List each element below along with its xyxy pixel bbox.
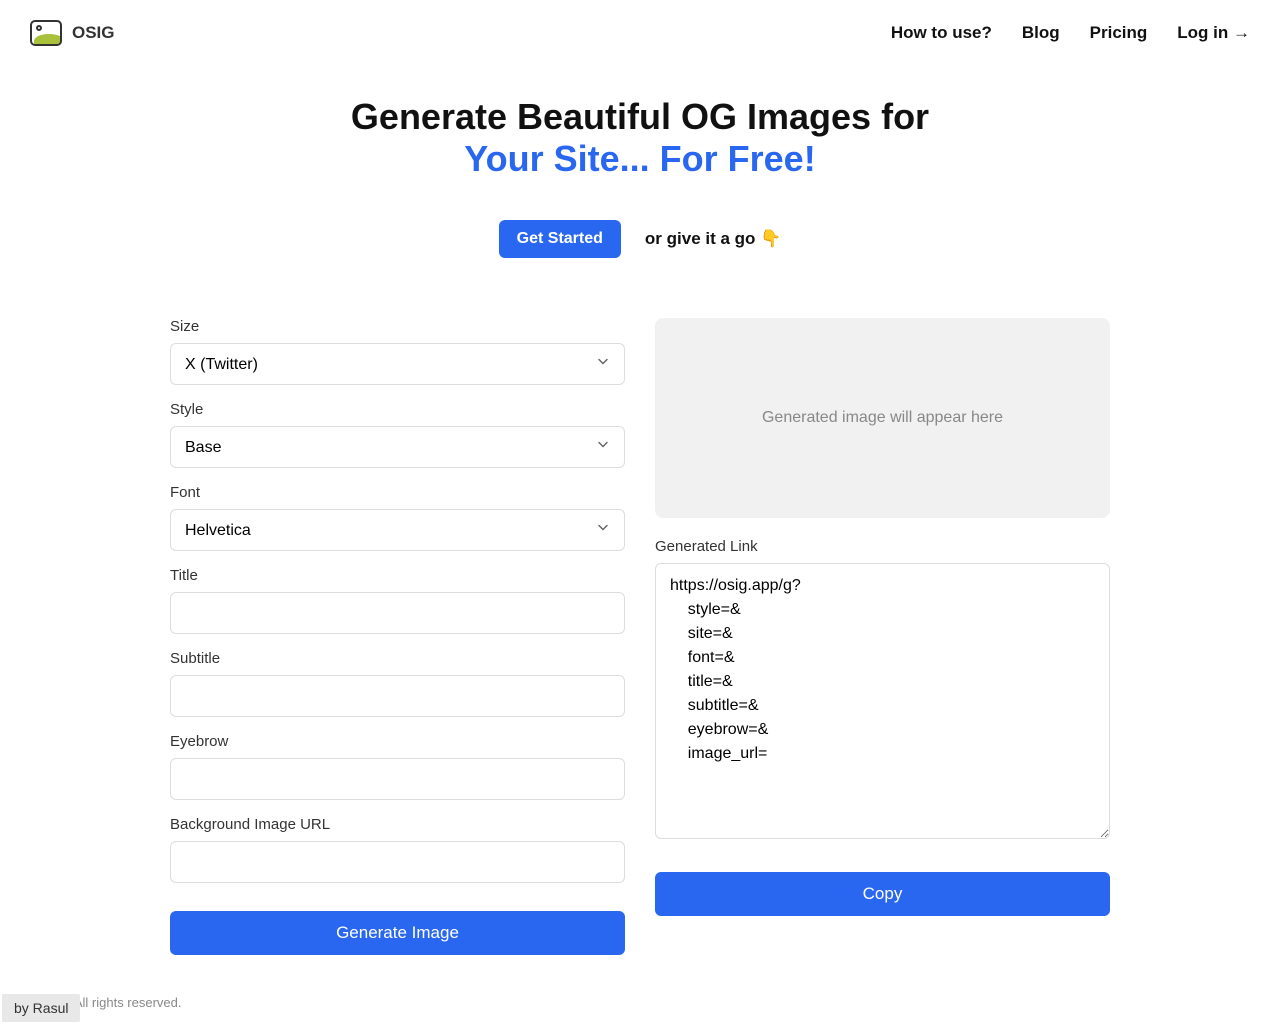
page-title: Generate Beautiful OG Images for Your Si… xyxy=(0,96,1280,180)
subtitle-field: Subtitle xyxy=(170,650,625,717)
generated-link-textarea[interactable]: https://osig.app/g? style=& site=& font=… xyxy=(655,563,1110,839)
title-line1: Generate Beautiful OG Images for xyxy=(351,96,929,137)
subtitle-input[interactable] xyxy=(170,675,625,717)
style-select[interactable]: Base xyxy=(170,426,625,468)
eyebrow-input[interactable] xyxy=(170,758,625,800)
preview-box: Generated image will appear here xyxy=(655,318,1110,518)
logo[interactable]: OSIG xyxy=(30,20,115,46)
preview-column: Generated image will appear here Generat… xyxy=(655,318,1110,955)
nav-blog[interactable]: Blog xyxy=(1022,23,1060,43)
preview-placeholder: Generated image will appear here xyxy=(762,409,1003,427)
generated-link-field: Generated Link https://osig.app/g? style… xyxy=(655,538,1110,844)
title-label: Title xyxy=(170,567,625,584)
generate-image-button[interactable]: Generate Image xyxy=(170,911,625,955)
title-line2: Your Site... For Free! xyxy=(464,138,815,179)
title-field: Title xyxy=(170,567,625,634)
bgurl-input[interactable] xyxy=(170,841,625,883)
eyebrow-field: Eyebrow xyxy=(170,733,625,800)
nav-pricing[interactable]: Pricing xyxy=(1090,23,1148,43)
title-input[interactable] xyxy=(170,592,625,634)
style-label: Style xyxy=(170,401,625,418)
logo-icon xyxy=(30,20,62,46)
bgurl-label: Background Image URL xyxy=(170,816,625,833)
size-field: Size X (Twitter) xyxy=(170,318,625,385)
size-label: Size xyxy=(170,318,625,335)
size-select[interactable]: X (Twitter) xyxy=(170,343,625,385)
font-label: Font xyxy=(170,484,625,501)
footer-copyright: LVTD, LLC. All rights reserved. xyxy=(0,995,1280,1010)
bgurl-field: Background Image URL xyxy=(170,816,625,883)
nav-howto[interactable]: How to use? xyxy=(891,23,992,43)
font-select[interactable]: Helvetica xyxy=(170,509,625,551)
hero: Generate Beautiful OG Images for Your Si… xyxy=(0,96,1280,258)
font-field: Font Helvetica xyxy=(170,484,625,551)
style-field: Style Base xyxy=(170,401,625,468)
cta-or-text: or give it a go 👇 xyxy=(645,229,781,249)
brand-name: OSIG xyxy=(72,23,115,43)
subtitle-label: Subtitle xyxy=(170,650,625,667)
cta-row: Get Started or give it a go 👇 xyxy=(0,220,1280,258)
copy-button[interactable]: Copy xyxy=(655,872,1110,916)
form-column: Size X (Twitter) Style Base xyxy=(170,318,625,955)
get-started-button[interactable]: Get Started xyxy=(499,220,621,258)
nav-login[interactable]: Log in → xyxy=(1177,23,1250,43)
generated-link-label: Generated Link xyxy=(655,538,1110,555)
nav: How to use? Blog Pricing Log in → xyxy=(891,23,1250,43)
eyebrow-label: Eyebrow xyxy=(170,733,625,750)
by-badge[interactable]: by Rasul xyxy=(2,994,80,1022)
header: OSIG How to use? Blog Pricing Log in → xyxy=(0,0,1280,66)
main: Size X (Twitter) Style Base xyxy=(150,318,1130,955)
